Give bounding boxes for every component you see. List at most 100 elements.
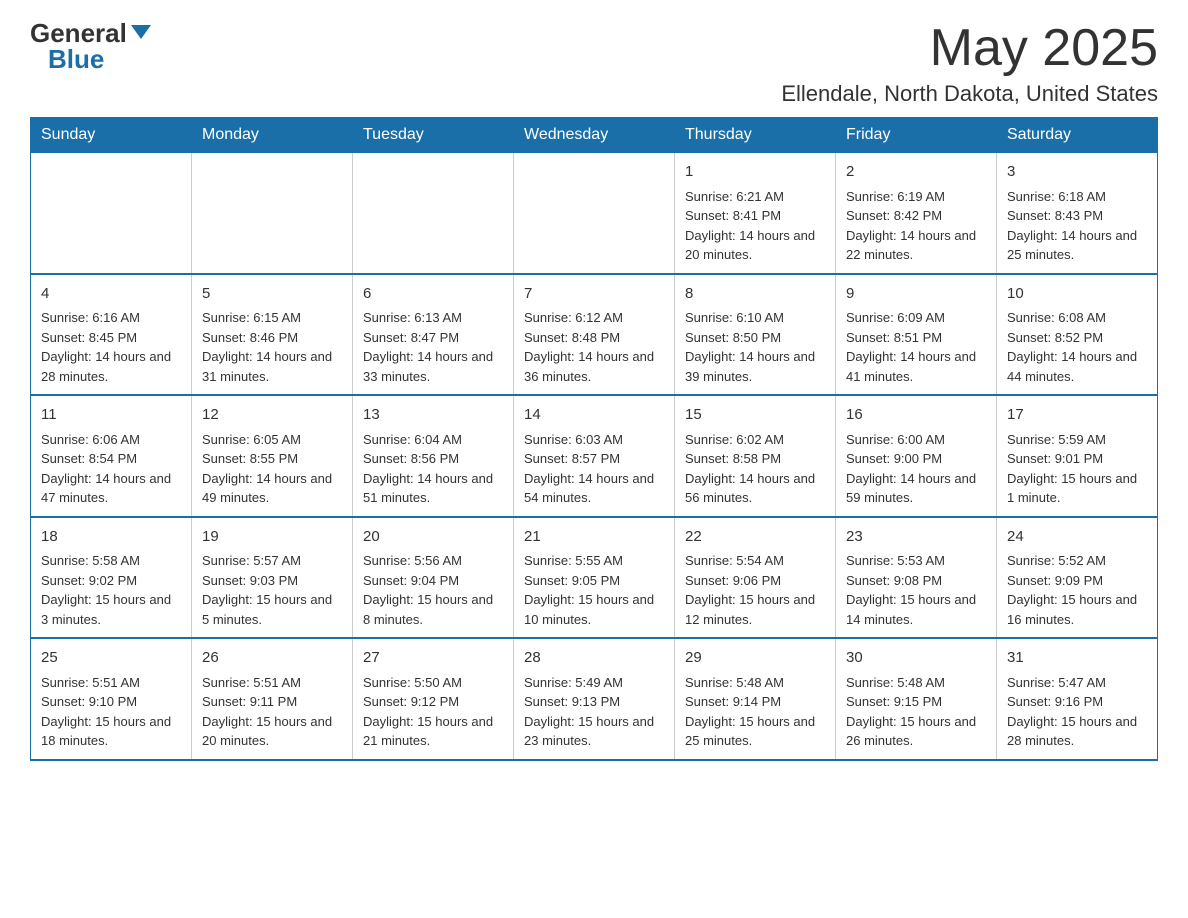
calendar-cell: 7Sunrise: 6:12 AMSunset: 8:48 PMDaylight… <box>514 274 675 396</box>
title-area: May 2025 Ellendale, North Dakota, United… <box>781 20 1158 107</box>
calendar-cell <box>192 153 353 274</box>
day-of-week-monday: Monday <box>192 118 353 153</box>
day-info: Sunrise: 5:54 AMSunset: 9:06 PMDaylight:… <box>685 551 825 629</box>
calendar-cell: 31 Sunrise: 5:47 AMSunset: 9:16 PMDayligh… <box>997 638 1158 760</box>
day-number: 8 <box>685 283 825 306</box>
day-number: 18 <box>41 526 181 549</box>
day-of-week-thursday: Thursday <box>675 118 836 153</box>
day-info: Sunrise: 5:51 AMSunset: 9:11 PMDaylight:… <box>202 673 342 751</box>
calendar-cell: 29Sunrise: 5:48 AMSunset: 9:14 PMDayligh… <box>675 638 836 760</box>
day-info: Sunrise: 6:08 AMSunset: 8:52 PMDaylight:… <box>1007 308 1147 386</box>
day-number: 20 <box>363 526 503 549</box>
day-info: Sunrise: 6:00 AMSunset: 9:00 PMDaylight:… <box>846 430 986 508</box>
day-number: 15 <box>685 404 825 427</box>
logo-blue-text: Blue <box>48 46 104 72</box>
logo-general-text: General <box>30 20 127 46</box>
calendar-header: SundayMondayTuesdayWednesdayThursdayFrid… <box>31 118 1158 153</box>
calendar-cell <box>31 153 192 274</box>
day-number: 27 <box>363 647 503 670</box>
days-of-week-row: SundayMondayTuesdayWednesdayThursdayFrid… <box>31 118 1158 153</box>
day-number: 28 <box>524 647 664 670</box>
day-number: 24 <box>1007 526 1147 549</box>
day-info: Sunrise: 6:21 AMSunset: 8:41 PMDaylight:… <box>685 187 825 265</box>
calendar-week-1: 1 Sunrise: 6:21 AMSunset: 8:41 PMDaylight… <box>31 153 1158 274</box>
calendar-cell: 2Sunrise: 6:19 AMSunset: 8:42 PMDaylight… <box>836 153 997 274</box>
day-info: Sunrise: 5:59 AMSunset: 9:01 PMDaylight:… <box>1007 430 1147 508</box>
logo: General Blue <box>30 20 151 72</box>
calendar-cell: 12Sunrise: 6:05 AMSunset: 8:55 PMDayligh… <box>192 395 353 517</box>
day-number: 1 <box>685 161 825 184</box>
calendar-cell: 19Sunrise: 5:57 AMSunset: 9:03 PMDayligh… <box>192 517 353 639</box>
calendar-cell <box>514 153 675 274</box>
day-number: 25 <box>41 647 181 670</box>
day-number: 5 <box>202 283 342 306</box>
calendar-cell: 28 Sunrise: 5:49 AMSunset: 9:13 PMDayligh… <box>514 638 675 760</box>
day-number: 6 <box>363 283 503 306</box>
day-info: Sunrise: 6:12 AMSunset: 8:48 PMDaylight:… <box>524 308 664 386</box>
calendar-cell: 3Sunrise: 6:18 AMSunset: 8:43 PMDaylight… <box>997 153 1158 274</box>
day-info: Sunrise: 5:48 AMSunset: 9:15 PMDaylight:… <box>846 673 986 751</box>
day-info: Sunrise: 5:49 AMSunset: 9:13 PMDaylight:… <box>524 673 664 751</box>
day-info: Sunrise: 6:15 AMSunset: 8:46 PMDaylight:… <box>202 308 342 386</box>
calendar-cell: 8Sunrise: 6:10 AMSunset: 8:50 PMDaylight… <box>675 274 836 396</box>
day-number: 19 <box>202 526 342 549</box>
day-number: 12 <box>202 404 342 427</box>
calendar-cell: 24Sunrise: 5:52 AMSunset: 9:09 PMDayligh… <box>997 517 1158 639</box>
day-number: 11 <box>41 404 181 427</box>
day-number: 13 <box>363 404 503 427</box>
day-info: Sunrise: 5:53 AMSunset: 9:08 PMDaylight:… <box>846 551 986 629</box>
calendar-cell: 5Sunrise: 6:15 AMSunset: 8:46 PMDaylight… <box>192 274 353 396</box>
calendar-cell: 1 Sunrise: 6:21 AMSunset: 8:41 PMDaylight… <box>675 153 836 274</box>
day-info: Sunrise: 6:06 AMSunset: 8:54 PMDaylight:… <box>41 430 181 508</box>
calendar-week-2: 4Sunrise: 6:16 AMSunset: 8:45 PMDaylight… <box>31 274 1158 396</box>
day-info: Sunrise: 6:16 AMSunset: 8:45 PMDaylight:… <box>41 308 181 386</box>
day-number: 4 <box>41 283 181 306</box>
day-number: 10 <box>1007 283 1147 306</box>
calendar-cell: 6Sunrise: 6:13 AMSunset: 8:47 PMDaylight… <box>353 274 514 396</box>
calendar-cell: 13 Sunrise: 6:04 AMSunset: 8:56 PMDayligh… <box>353 395 514 517</box>
location-title: Ellendale, North Dakota, United States <box>781 81 1158 107</box>
calendar-cell: 14Sunrise: 6:03 AMSunset: 8:57 PMDayligh… <box>514 395 675 517</box>
day-number: 23 <box>846 526 986 549</box>
page-header: General Blue May 2025 Ellendale, North D… <box>30 20 1158 107</box>
day-number: 17 <box>1007 404 1147 427</box>
calendar-cell: 16 Sunrise: 6:00 AMSunset: 9:00 PMDayligh… <box>836 395 997 517</box>
day-info: Sunrise: 5:50 AMSunset: 9:12 PMDaylight:… <box>363 673 503 751</box>
month-title: May 2025 <box>781 20 1158 77</box>
calendar-body: 1 Sunrise: 6:21 AMSunset: 8:41 PMDaylight… <box>31 153 1158 760</box>
day-info: Sunrise: 5:52 AMSunset: 9:09 PMDaylight:… <box>1007 551 1147 629</box>
day-info: Sunrise: 6:03 AMSunset: 8:57 PMDaylight:… <box>524 430 664 508</box>
day-info: Sunrise: 5:48 AMSunset: 9:14 PMDaylight:… <box>685 673 825 751</box>
day-number: 31 <box>1007 647 1147 670</box>
calendar-week-5: 25Sunrise: 5:51 AMSunset: 9:10 PMDayligh… <box>31 638 1158 760</box>
day-info: Sunrise: 6:10 AMSunset: 8:50 PMDaylight:… <box>685 308 825 386</box>
calendar-week-4: 18Sunrise: 5:58 AMSunset: 9:02 PMDayligh… <box>31 517 1158 639</box>
calendar-cell: 30 Sunrise: 5:48 AMSunset: 9:15 PMDayligh… <box>836 638 997 760</box>
calendar-cell: 10Sunrise: 6:08 AMSunset: 8:52 PMDayligh… <box>997 274 1158 396</box>
calendar-cell: 22Sunrise: 5:54 AMSunset: 9:06 PMDayligh… <box>675 517 836 639</box>
day-number: 21 <box>524 526 664 549</box>
day-info: Sunrise: 6:04 AMSunset: 8:56 PMDaylight:… <box>363 430 503 508</box>
day-number: 22 <box>685 526 825 549</box>
calendar-week-3: 11 Sunrise: 6:06 AMSunset: 8:54 PMDayligh… <box>31 395 1158 517</box>
day-info: Sunrise: 5:56 AMSunset: 9:04 PMDaylight:… <box>363 551 503 629</box>
calendar-cell: 25Sunrise: 5:51 AMSunset: 9:10 PMDayligh… <box>31 638 192 760</box>
day-info: Sunrise: 5:58 AMSunset: 9:02 PMDaylight:… <box>41 551 181 629</box>
calendar-cell: 21Sunrise: 5:55 AMSunset: 9:05 PMDayligh… <box>514 517 675 639</box>
day-number: 30 <box>846 647 986 670</box>
calendar-cell: 18Sunrise: 5:58 AMSunset: 9:02 PMDayligh… <box>31 517 192 639</box>
day-number: 16 <box>846 404 986 427</box>
calendar-cell: 4Sunrise: 6:16 AMSunset: 8:45 PMDaylight… <box>31 274 192 396</box>
day-of-week-wednesday: Wednesday <box>514 118 675 153</box>
day-info: Sunrise: 6:02 AMSunset: 8:58 PMDaylight:… <box>685 430 825 508</box>
calendar-cell: 26 Sunrise: 5:51 AMSunset: 9:11 PMDayligh… <box>192 638 353 760</box>
calendar-cell: 11 Sunrise: 6:06 AMSunset: 8:54 PMDayligh… <box>31 395 192 517</box>
day-info: Sunrise: 6:09 AMSunset: 8:51 PMDaylight:… <box>846 308 986 386</box>
day-number: 7 <box>524 283 664 306</box>
day-of-week-tuesday: Tuesday <box>353 118 514 153</box>
day-number: 26 <box>202 647 342 670</box>
calendar-cell: 27 Sunrise: 5:50 AMSunset: 9:12 PMDayligh… <box>353 638 514 760</box>
calendar-cell: 23Sunrise: 5:53 AMSunset: 9:08 PMDayligh… <box>836 517 997 639</box>
day-info: Sunrise: 5:47 AMSunset: 9:16 PMDaylight:… <box>1007 673 1147 751</box>
calendar-cell: 15 Sunrise: 6:02 AMSunset: 8:58 PMDayligh… <box>675 395 836 517</box>
